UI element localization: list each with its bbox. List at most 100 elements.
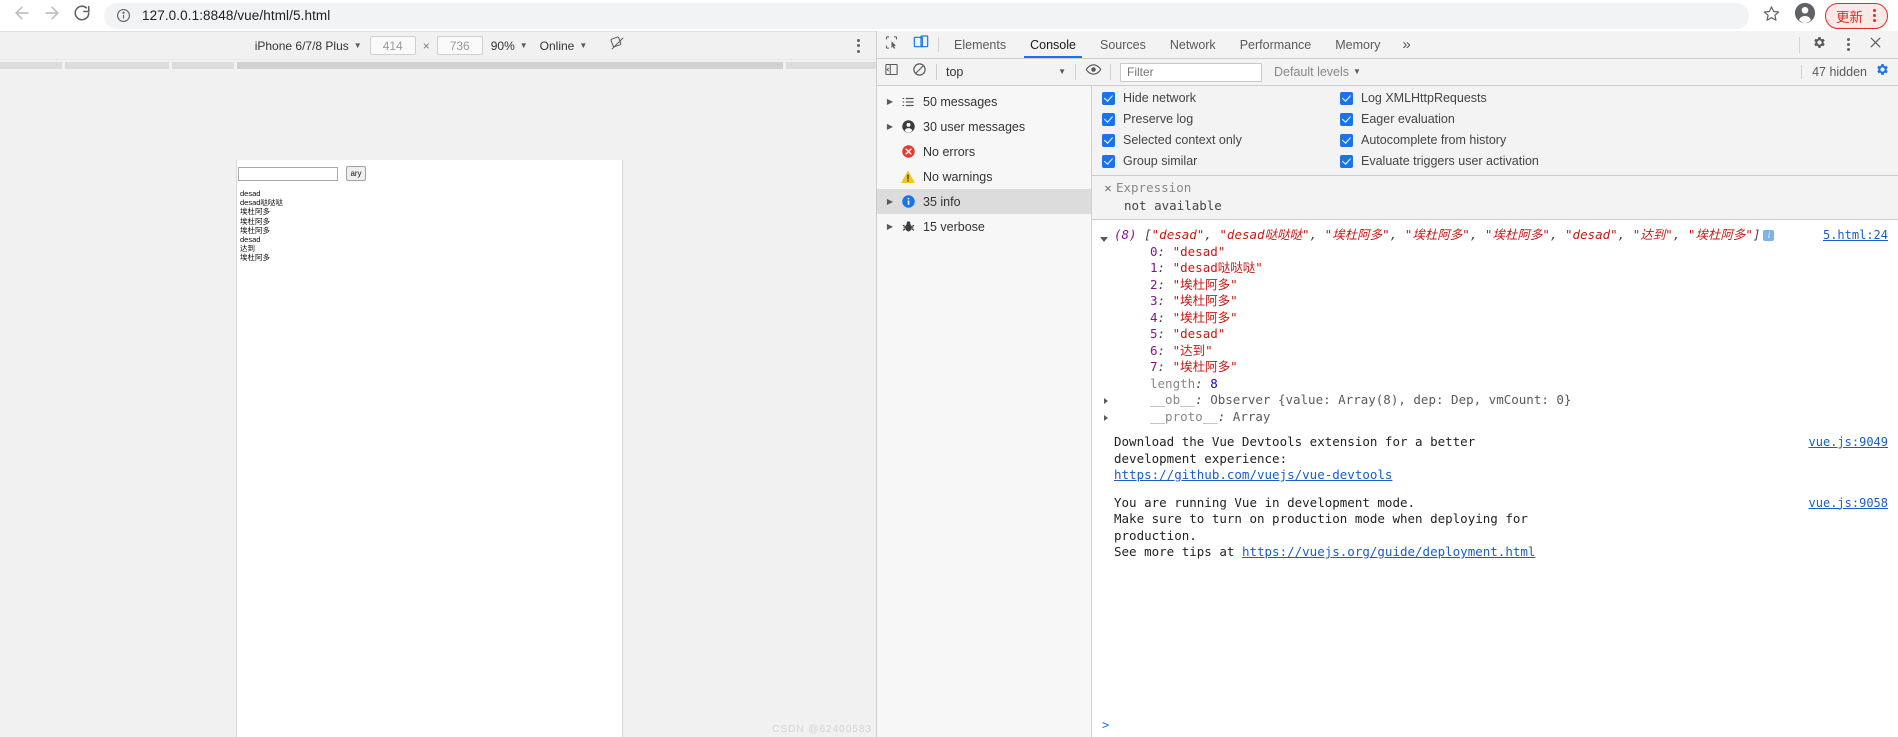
message-line: Download the Vue Devtools extension for … <box>1114 434 1476 449</box>
live-expression-button[interactable] <box>1079 59 1107 86</box>
checkbox[interactable] <box>1340 91 1353 105</box>
setting-group-similar[interactable]: Group similar <box>1102 154 1340 168</box>
chevron-down-icon: ▼ <box>579 40 588 50</box>
checkbox[interactable] <box>1102 112 1115 126</box>
chevron-right-icon[interactable] <box>1104 398 1108 404</box>
devtools-close-button[interactable] <box>1861 36 1890 53</box>
text-input[interactable] <box>238 166 338 181</box>
chevron-right-icon[interactable]: ▶ <box>883 222 897 231</box>
device-toolbar-toggle[interactable] <box>906 31 935 58</box>
zoom-select[interactable]: 90% ▼ <box>485 36 534 56</box>
devtools-settings-button[interactable] <box>1804 35 1835 55</box>
device-select[interactable]: iPhone 6/7/8 Plus ▼ <box>249 36 368 56</box>
setting-log-xmlhttprequests[interactable]: Log XMLHttpRequests <box>1340 91 1898 105</box>
log-entry-vue-devtools[interactable]: vue.js:9049 Download the Vue Devtools ex… <box>1092 432 1898 486</box>
vue-devtools-link[interactable]: https://github.com/vuejs/vue-devtools <box>1114 467 1392 482</box>
bookmark-button[interactable] <box>1757 2 1785 30</box>
device-toolbar-menu-button[interactable] <box>857 38 860 53</box>
array-index: 6 <box>1150 342 1158 358</box>
sidebar-item-info[interactable]: ▶ 35 info <box>877 189 1091 214</box>
tab-network[interactable]: Network <box>1158 31 1228 58</box>
checkbox[interactable] <box>1102 91 1115 105</box>
info-circle-icon[interactable] <box>116 8 132 24</box>
device-viewport[interactable]: ary desad desad哒哒哒 埃杜阿多 埃杜阿多 埃杜阿多 desad … <box>236 160 623 737</box>
info-badge-icon[interactable]: i <box>1763 229 1775 241</box>
setting-evaluate-triggers-user-activation[interactable]: Evaluate triggers user activation <box>1340 154 1898 168</box>
rotate-device-button[interactable] <box>607 36 627 56</box>
device-height-input[interactable]: 736 <box>436 36 483 55</box>
throttling-select[interactable]: Online ▼ <box>534 36 594 56</box>
checkbox[interactable] <box>1340 154 1353 168</box>
setting-preserve-log[interactable]: Preserve log <box>1102 112 1340 126</box>
execution-context-select[interactable]: top ▼ <box>940 65 1072 79</box>
forward-button[interactable] <box>38 2 66 30</box>
tab-memory[interactable]: Memory <box>1323 31 1392 58</box>
log-entry-vue-dev-mode[interactable]: vue.js:9058 You are running Vue in devel… <box>1092 493 1898 563</box>
tab-elements[interactable]: Elements <box>942 31 1018 58</box>
chevron-right-icon[interactable]: ▶ <box>883 122 897 131</box>
list-item: 埃杜阿多 <box>240 207 270 217</box>
checkbox[interactable] <box>1340 133 1353 147</box>
close-icon[interactable]: ✕ <box>1100 181 1116 195</box>
tab-console[interactable]: Console <box>1018 31 1088 58</box>
kebab-menu-icon[interactable] <box>1867 9 1881 22</box>
source-link[interactable]: vue.js:9058 <box>1809 495 1888 512</box>
proto-value: Array <box>1232 408 1271 424</box>
preview-item: "埃杜阿多" <box>1404 227 1470 242</box>
array-proto-row[interactable]: __proto__: Array <box>1104 408 1888 426</box>
setting-hide-network[interactable]: Hide network <box>1102 91 1340 105</box>
source-link[interactable]: vue.js:9049 <box>1809 434 1888 451</box>
list-item: 达到 <box>240 244 255 254</box>
chevron-right-icon[interactable] <box>1104 414 1108 421</box>
sidebar-item-verbose[interactable]: ▶ 15 verbose <box>877 214 1091 239</box>
more-tabs-button[interactable]: » <box>1392 31 1420 58</box>
profile-button[interactable] <box>1791 2 1819 30</box>
back-button[interactable] <box>8 2 36 30</box>
device-toolbar-icon <box>913 34 929 55</box>
star-icon <box>1763 5 1780 27</box>
setting-autocomplete-from-history[interactable]: Autocomplete from history <box>1340 133 1898 147</box>
device-emulation-toolbar: iPhone 6/7/8 Plus ▼ 414 × 736 90% ▼ Onli… <box>0 32 876 60</box>
setting-selected-context-only[interactable]: Selected context only <box>1102 133 1340 147</box>
console-log-area[interactable]: 5.html:24 (8) ["desad", "desad哒哒哒", "埃杜阿… <box>1092 220 1898 737</box>
reload-button[interactable] <box>68 2 96 30</box>
tab-sources[interactable]: Sources <box>1088 31 1158 58</box>
console-main: Hide network Log XMLHttpRequests Preserv… <box>1092 86 1898 737</box>
console-sidebar-toggle[interactable] <box>877 59 905 86</box>
chevron-right-icon[interactable]: ▶ <box>883 197 897 206</box>
devtools-dock-menu-button[interactable] <box>1841 38 1855 51</box>
clear-console-button[interactable] <box>905 59 933 86</box>
address-bar-url: 127.0.0.1:8848/vue/html/5.html <box>142 8 331 23</box>
arrow-right-icon <box>42 3 62 28</box>
filter-input[interactable] <box>1120 62 1262 82</box>
list-icon <box>897 95 919 109</box>
ary-button[interactable]: ary <box>346 166 366 181</box>
disclosure-triangle-icon[interactable] <box>1100 237 1108 242</box>
log-levels-select[interactable]: Default levels ▼ <box>1268 65 1367 79</box>
update-button[interactable]: 更新 <box>1825 2 1888 29</box>
sidebar-item-user-messages[interactable]: ▶ 30 user messages <box>877 114 1091 139</box>
array-value: "desad" <box>1172 243 1226 259</box>
page-form-row: ary <box>238 160 622 181</box>
setting-eager-evaluation[interactable]: Eager evaluation <box>1340 112 1898 126</box>
array-observer-row[interactable]: __ob__: Observer {value: Array(8), dep: … <box>1104 392 1888 409</box>
source-link[interactable]: 5.html:24 <box>1823 227 1888 244</box>
gear-icon <box>1812 35 1827 55</box>
log-entry-array[interactable]: 5.html:24 (8) ["desad", "desad哒哒哒", "埃杜阿… <box>1092 226 1898 426</box>
chevron-right-icon[interactable]: ▶ <box>883 97 897 106</box>
address-bar[interactable]: 127.0.0.1:8848/vue/html/5.html <box>104 2 1749 29</box>
message-line: Make sure to turn on production mode whe… <box>1114 511 1528 526</box>
checkbox[interactable] <box>1102 133 1115 147</box>
deployment-guide-link[interactable]: https://vuejs.org/guide/deployment.html <box>1242 544 1536 559</box>
live-expression-name[interactable]: Expression <box>1116 180 1191 195</box>
sidebar-item-warnings[interactable]: ▶ No warnings <box>877 164 1091 189</box>
sidebar-item-messages[interactable]: ▶ 50 messages <box>877 89 1091 114</box>
inspect-element-button[interactable] <box>877 31 906 58</box>
preview-item: "埃杜阿多" <box>1484 227 1550 242</box>
sidebar-item-errors[interactable]: ▶ No errors <box>877 139 1091 164</box>
tab-performance[interactable]: Performance <box>1228 31 1324 58</box>
checkbox[interactable] <box>1340 112 1353 126</box>
console-settings-button[interactable] <box>1875 62 1890 82</box>
device-width-input[interactable]: 414 <box>369 36 416 55</box>
checkbox[interactable] <box>1102 154 1115 168</box>
